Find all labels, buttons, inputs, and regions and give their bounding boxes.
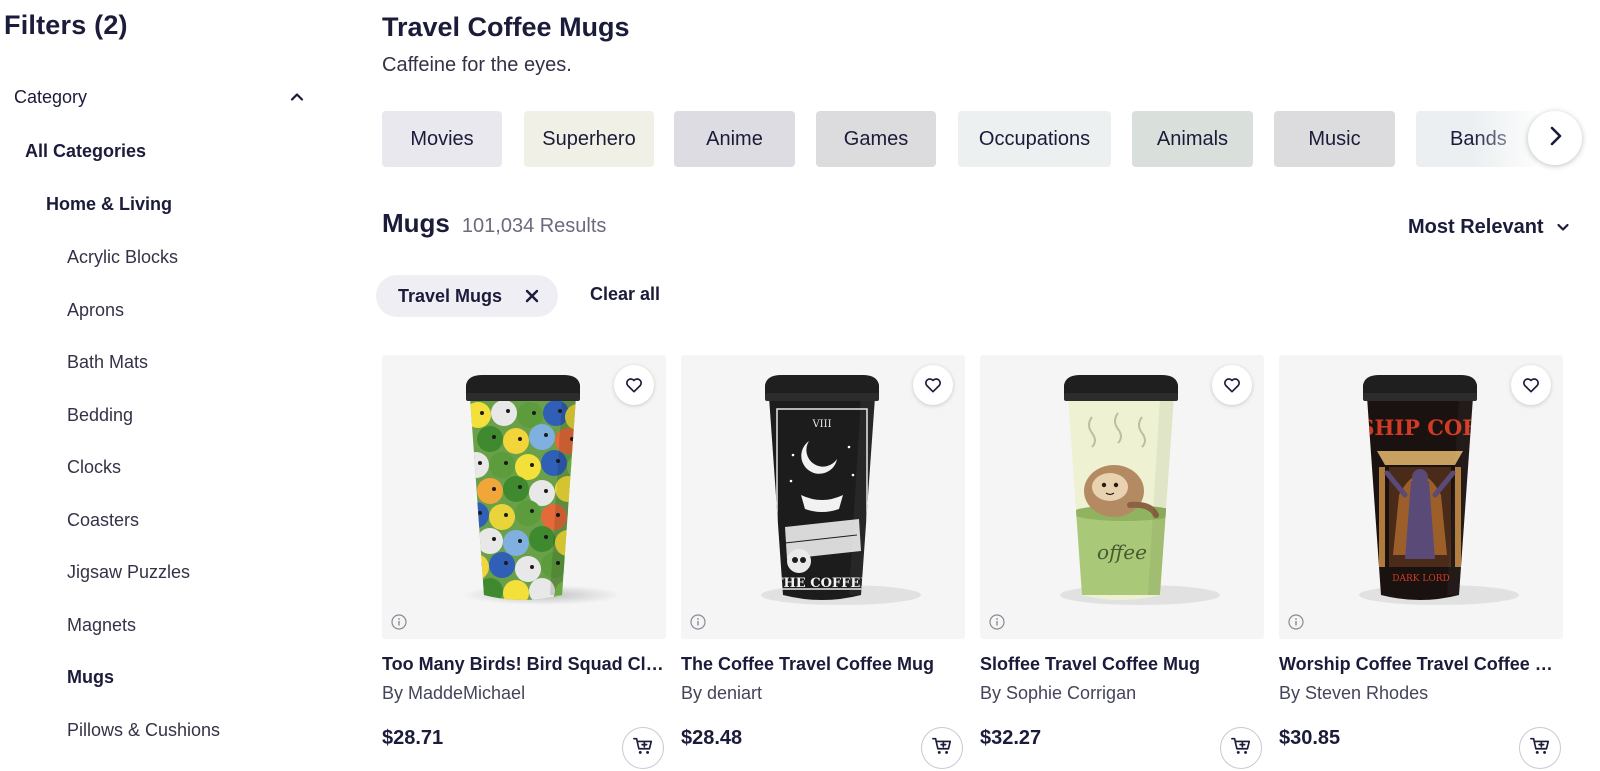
category-item-magnets[interactable]: Magnets bbox=[67, 615, 136, 636]
chip-animals[interactable]: Animals bbox=[1132, 111, 1253, 167]
add-to-cart-button[interactable] bbox=[622, 727, 664, 769]
add-to-cart-button[interactable] bbox=[1220, 727, 1262, 769]
category-item-aprons[interactable]: Aprons bbox=[67, 300, 124, 321]
product-price: $32.27 bbox=[980, 727, 1042, 749]
product-price: $30.85 bbox=[1279, 727, 1341, 749]
product-title[interactable]: Sloffee Travel Coffee Mug bbox=[980, 654, 1264, 675]
category-item-bedding[interactable]: Bedding bbox=[67, 405, 133, 426]
info-icon[interactable] bbox=[1287, 613, 1305, 631]
cart-plus-icon bbox=[1529, 735, 1551, 762]
product-image-the-coffee-mug[interactable]: VIII THE COFFEE bbox=[681, 355, 965, 639]
product-artist[interactable]: By Sophie Corrigan bbox=[980, 683, 1136, 704]
product-card[interactable]: offee Sloffee Travel Coffee Mug By Sophi… bbox=[980, 355, 1264, 771]
favorite-heart-icon[interactable] bbox=[913, 365, 953, 405]
category-item-all-categories[interactable]: All Categories bbox=[25, 141, 146, 162]
info-icon[interactable] bbox=[689, 613, 707, 631]
category-item-acrylic-blocks[interactable]: Acrylic Blocks bbox=[67, 247, 178, 268]
category-chips-row: Movies Superhero Anime Games Occupations… bbox=[382, 111, 1592, 169]
page-title: Travel Coffee Mugs bbox=[382, 12, 630, 42]
cart-plus-icon bbox=[1230, 735, 1252, 762]
favorite-heart-icon[interactable] bbox=[1212, 365, 1252, 405]
product-image-worship-coffee-mug[interactable]: RSHIP COFF DARK LORD bbox=[1279, 355, 1563, 639]
chip-anime[interactable]: Anime bbox=[674, 111, 795, 167]
remove-filter-close-icon[interactable] bbox=[520, 284, 544, 308]
results-category: Mugs bbox=[382, 208, 450, 238]
product-title[interactable]: Too Many Birds! Bird Squad Classic Trave… bbox=[382, 654, 666, 675]
chip-movies[interactable]: Movies bbox=[382, 111, 502, 167]
product-card[interactable]: Too Many Birds! Bird Squad Classic Trave… bbox=[382, 355, 666, 771]
results-count: 101,034 Results bbox=[461, 215, 607, 237]
category-item-mugs[interactable]: Mugs bbox=[67, 667, 114, 688]
mug-caption: DARK LORD bbox=[1392, 574, 1449, 584]
product-image-sloffee-mug[interactable]: offee bbox=[980, 355, 1264, 639]
product-artist[interactable]: By deniart bbox=[681, 683, 762, 704]
product-price: $28.48 bbox=[681, 727, 743, 749]
product-artist[interactable]: By MaddeMichael bbox=[382, 683, 525, 704]
chip-bands[interactable]: Bands bbox=[1416, 111, 1537, 167]
mug-text: offee bbox=[1097, 540, 1147, 564]
chip-occupations[interactable]: Occupations bbox=[958, 111, 1111, 167]
sort-dropdown[interactable]: Most Relevant bbox=[1408, 214, 1576, 240]
main-content: Travel Coffee Mugs Caffeine for the eyes… bbox=[376, 0, 1600, 771]
mug-numeral: VIII bbox=[811, 419, 831, 430]
add-to-cart-button[interactable] bbox=[921, 727, 963, 769]
filters-sidebar: Filters (2) Category All Categories Home… bbox=[0, 0, 330, 771]
category-accordion-header[interactable]: Category bbox=[14, 84, 310, 110]
cart-plus-icon bbox=[632, 735, 654, 762]
product-price: $28.71 bbox=[382, 727, 444, 749]
chip-music[interactable]: Music bbox=[1274, 111, 1395, 167]
favorite-heart-icon[interactable] bbox=[1511, 365, 1551, 405]
product-image-birds-mug[interactable] bbox=[382, 355, 666, 639]
results-header: Mugs 101,034 Results bbox=[382, 208, 606, 239]
add-to-cart-button[interactable] bbox=[1519, 727, 1561, 769]
chevron-right-icon bbox=[1544, 125, 1566, 152]
product-card[interactable]: VIII THE COFFEE The Coffee Travel Coffee… bbox=[681, 355, 965, 771]
product-card[interactable]: RSHIP COFF DARK LORD Worship Coffee Trav… bbox=[1279, 355, 1563, 771]
info-icon[interactable] bbox=[988, 613, 1006, 631]
filters-title: Filters (2) bbox=[4, 10, 128, 40]
chevron-down-icon bbox=[1550, 214, 1576, 240]
clear-all-link[interactable]: Clear all bbox=[590, 284, 660, 305]
active-filter-pill: Travel Mugs bbox=[376, 275, 558, 317]
product-title[interactable]: Worship Coffee Travel Coffee Mug bbox=[1279, 654, 1563, 675]
category-label: Category bbox=[14, 86, 88, 107]
chevron-up-icon[interactable] bbox=[284, 84, 310, 110]
category-item-coasters[interactable]: Coasters bbox=[67, 510, 139, 531]
chips-next-button[interactable] bbox=[1528, 111, 1582, 165]
chip-superhero[interactable]: Superhero bbox=[524, 111, 654, 167]
chip-games[interactable]: Games bbox=[816, 111, 936, 167]
category-item-pillows-cushions[interactable]: Pillows & Cushions bbox=[67, 720, 220, 741]
sort-label: Most Relevant bbox=[1408, 215, 1544, 238]
page-subtitle: Caffeine for the eyes. bbox=[382, 54, 572, 76]
category-item-bath-mats[interactable]: Bath Mats bbox=[67, 352, 148, 373]
product-title[interactable]: The Coffee Travel Coffee Mug bbox=[681, 654, 965, 675]
info-icon[interactable] bbox=[390, 613, 408, 631]
active-filter-label: Travel Mugs bbox=[398, 285, 503, 306]
cart-plus-icon bbox=[931, 735, 953, 762]
category-item-clocks[interactable]: Clocks bbox=[67, 457, 121, 478]
favorite-heart-icon[interactable] bbox=[614, 365, 654, 405]
product-artist[interactable]: By Steven Rhodes bbox=[1279, 683, 1428, 704]
category-item-jigsaw-puzzles[interactable]: Jigsaw Puzzles bbox=[67, 562, 190, 583]
category-item-home-living[interactable]: Home & Living bbox=[46, 194, 172, 215]
